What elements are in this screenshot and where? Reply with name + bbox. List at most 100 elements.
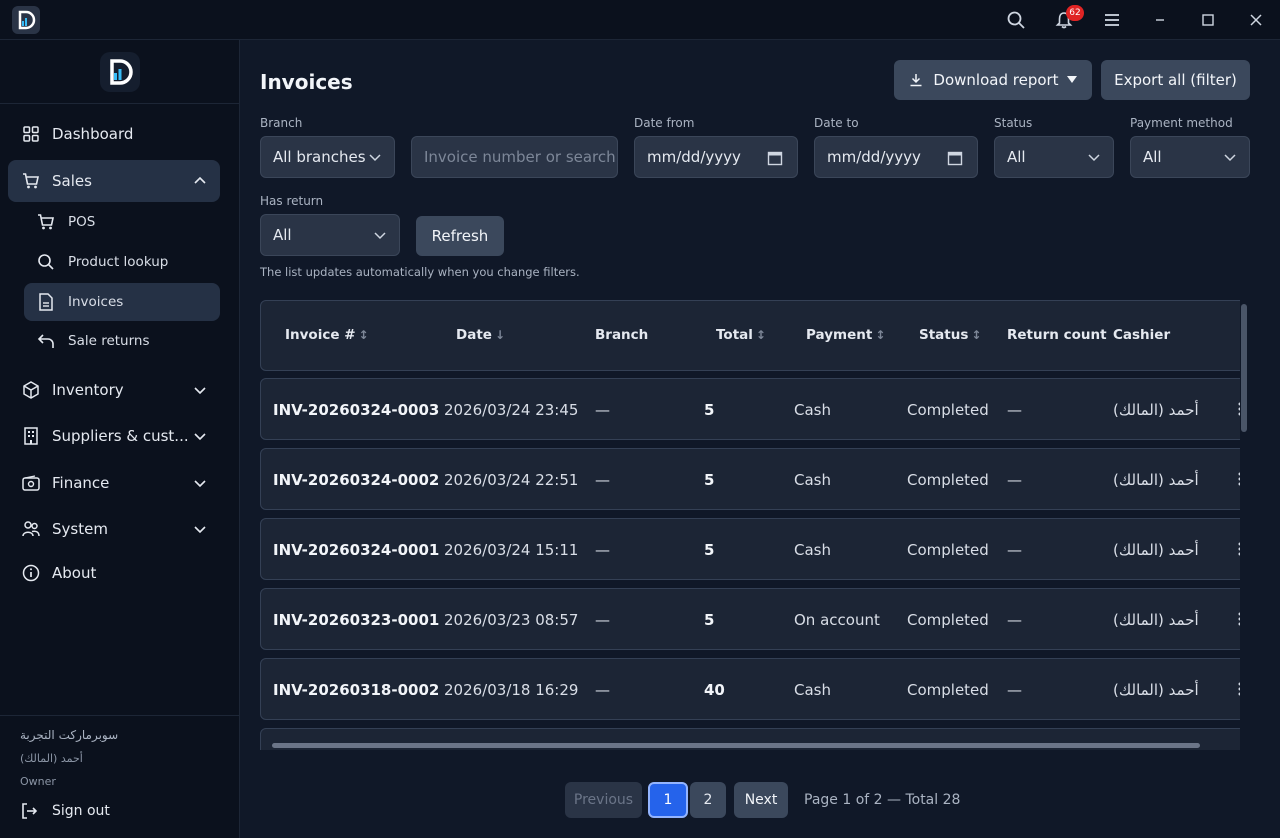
horizontal-scrollbar[interactable] — [272, 743, 1200, 748]
page-1-button[interactable]: 1 — [648, 782, 688, 818]
sidebar-item-pos[interactable]: POS — [24, 203, 220, 241]
cell-invoice: INV-20260323-0001 — [273, 611, 440, 629]
download-report-button[interactable]: Download report — [894, 60, 1092, 100]
payment-method-value: All — [1143, 148, 1162, 166]
payment-method-label: Payment method — [1130, 116, 1233, 130]
cell-return-count: — — [1007, 611, 1022, 629]
undo-icon — [36, 331, 56, 351]
previous-page-button[interactable]: Previous — [565, 782, 642, 818]
info-icon — [22, 564, 40, 582]
sidebar-item-label: Sale returns — [68, 333, 150, 349]
sidebar-item-about[interactable]: About — [8, 552, 220, 594]
cell-invoice: INV-20260318-0002 — [273, 681, 440, 699]
box-icon — [22, 381, 40, 399]
download-icon — [910, 74, 922, 87]
date-from-field[interactable]: mm/dd/yyyy — [634, 136, 798, 178]
menu-icon[interactable] — [1100, 8, 1124, 32]
more-actions-icon[interactable] — [1237, 611, 1240, 627]
table-row[interactable]: INV-20260318-0002 2026/03/18 16:29 — 40 … — [260, 658, 1240, 720]
sort-icon: ↕ — [358, 328, 369, 342]
sidebar: Dashboard Sales POS Product lookup Invoi… — [0, 40, 240, 838]
cell-cashier: أحمد (المالك) — [1113, 401, 1199, 419]
sidebar-item-inventory[interactable]: Inventory — [8, 369, 220, 411]
sidebar-item-system[interactable]: System — [8, 508, 220, 550]
search-input[interactable] — [411, 136, 618, 178]
search-icon[interactable] — [1004, 8, 1028, 32]
date-from-value: mm/dd/yyyy — [647, 148, 741, 166]
logout-icon — [22, 803, 38, 819]
cell-cashier: أحمد (المالك) — [1113, 471, 1199, 489]
cell-payment: Cash — [794, 471, 831, 489]
search-icon — [36, 252, 56, 272]
cell-total: 5 — [704, 471, 715, 489]
cell-date: 2026/03/24 23:45 — [444, 401, 579, 419]
filter-hint: The list updates automatically when you … — [260, 265, 580, 279]
payment-method-select[interactable]: All — [1130, 136, 1250, 178]
cell-cashier: أحمد (المالك) — [1113, 541, 1199, 559]
table-row[interactable]: INV-20260324-0002 2026/03/24 22:51 — 5 C… — [260, 448, 1240, 510]
table-header: Invoice # ↕ Date ↓ Branch Total ↕ Payment ↕ … — [260, 300, 1240, 371]
col-label: Date — [456, 327, 492, 343]
branch-label: Branch — [260, 116, 303, 130]
cell-payment: Cash — [794, 401, 831, 419]
col-date[interactable]: Date ↓ — [456, 327, 505, 343]
grid-icon — [22, 125, 40, 143]
building-icon — [22, 427, 40, 445]
cell-status: Completed — [907, 611, 989, 629]
next-page-button[interactable]: Next — [734, 782, 788, 818]
col-payment[interactable]: Payment ↕ — [806, 327, 885, 343]
more-actions-icon[interactable] — [1237, 541, 1240, 557]
page-2-button[interactable]: 2 — [690, 782, 726, 818]
table-row[interactable]: INV-20260324-0003 2026/03/24 23:45 — 5 C… — [260, 378, 1240, 440]
has-return-label: Has return — [260, 194, 324, 208]
col-invoice-number[interactable]: Invoice # ↕ — [285, 327, 369, 343]
calendar-icon[interactable] — [767, 150, 783, 166]
sidebar-item-product-lookup[interactable]: Product lookup — [24, 243, 220, 281]
sidebar-item-suppliers[interactable]: Suppliers & cust... — [8, 415, 220, 457]
vertical-scrollbar[interactable] — [1241, 304, 1247, 432]
sidebar-item-invoices[interactable]: Invoices — [24, 283, 220, 321]
chevron-down-icon — [369, 154, 381, 162]
export-all-label: Export all (filter) — [1114, 71, 1237, 89]
cell-status: Completed — [907, 401, 989, 419]
cell-date: 2026/03/23 08:57 — [444, 611, 579, 629]
has-return-select[interactable]: All — [260, 214, 400, 256]
col-total[interactable]: Total ↕ — [716, 327, 766, 343]
col-status[interactable]: Status ↕ — [919, 327, 981, 343]
cell-return-count: — — [1007, 541, 1022, 559]
more-actions-icon[interactable] — [1237, 471, 1240, 487]
branch-select[interactable]: All branches — [260, 136, 395, 178]
sidebar-item-dashboard[interactable]: Dashboard — [8, 113, 220, 155]
sidebar-item-sales[interactable]: Sales — [8, 160, 220, 202]
invoice-search-input[interactable] — [424, 148, 617, 166]
close-icon[interactable] — [1244, 8, 1268, 32]
refresh-label: Refresh — [431, 227, 489, 245]
more-actions-icon[interactable] — [1237, 401, 1240, 417]
sign-out-button[interactable]: Sign out — [20, 802, 110, 820]
date-from-label: Date from — [634, 116, 695, 130]
minimize-icon[interactable] — [1148, 8, 1172, 32]
cell-invoice: INV-20260324-0002 — [273, 471, 440, 489]
sidebar-item-label: Invoices — [68, 294, 124, 310]
export-all-button[interactable]: Export all (filter) — [1101, 60, 1250, 100]
sidebar-item-sale-returns[interactable]: Sale returns — [24, 322, 220, 360]
table-row[interactable]: INV-20260323-0001 2026/03/23 08:57 — 5 O… — [260, 588, 1240, 650]
calendar-icon[interactable] — [947, 150, 963, 166]
refresh-button[interactable]: Refresh — [416, 216, 504, 256]
sidebar-item-label: Sales — [52, 172, 92, 190]
sidebar-item-label: Product lookup — [68, 254, 169, 270]
sort-icon: ↕ — [875, 328, 886, 342]
date-to-field[interactable]: mm/dd/yyyy — [814, 136, 978, 178]
cell-cashier: أحمد (المالك) — [1113, 681, 1199, 699]
cell-status: Completed — [907, 541, 989, 559]
sidebar-item-finance[interactable]: Finance — [8, 462, 220, 504]
status-select[interactable]: All — [994, 136, 1114, 178]
more-actions-icon[interactable] — [1237, 681, 1240, 697]
chevron-down-icon — [1088, 154, 1100, 162]
table-row[interactable]: INV-20260324-0001 2026/03/24 15:11 — 5 C… — [260, 518, 1240, 580]
chevron-down-icon — [1224, 154, 1236, 162]
caret-down-icon — [1066, 76, 1077, 83]
maximize-icon[interactable] — [1196, 8, 1220, 32]
chevron-down-icon — [194, 480, 206, 488]
status-select-value: All — [1007, 148, 1026, 166]
